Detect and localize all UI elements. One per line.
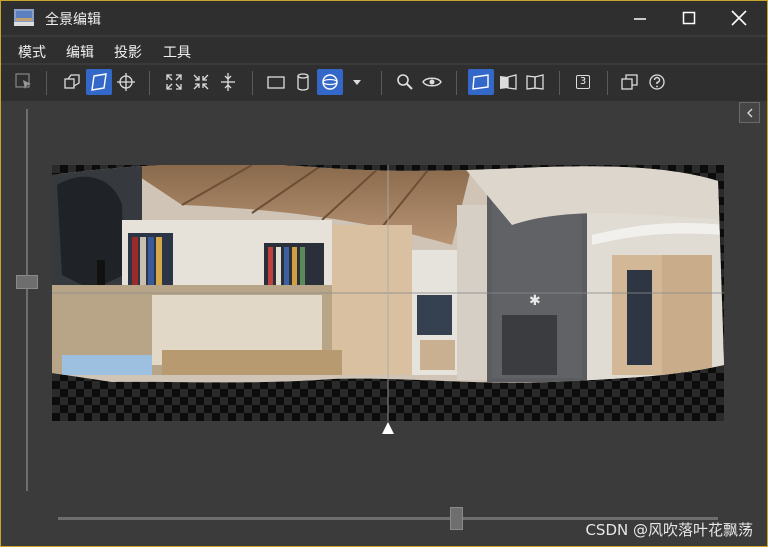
app-icon bbox=[14, 9, 34, 26]
select-tool-button[interactable] bbox=[11, 69, 37, 95]
toolbar-separator bbox=[559, 71, 560, 95]
toolbar-separator bbox=[381, 71, 382, 95]
perspective-plane-icon bbox=[91, 73, 107, 91]
plane-view-icon bbox=[472, 74, 489, 90]
horizon-marker-icon[interactable] bbox=[381, 421, 395, 435]
panorama-preview-image[interactable]: ✱ bbox=[52, 165, 724, 421]
toolbar-separator bbox=[607, 71, 608, 95]
panorama-editor-window: 全景编辑 模式 编辑 投影 工具 3 ✱ CSDN @风吹落叶花飘荡 bbox=[0, 0, 768, 547]
perspective-plane-button[interactable] bbox=[86, 69, 112, 95]
toolbar-separator bbox=[456, 71, 457, 95]
window-stack-button[interactable] bbox=[617, 69, 643, 95]
window-stack-icon bbox=[621, 74, 638, 90]
toolbar: 3 bbox=[1, 65, 767, 101]
crosshair-icon bbox=[117, 73, 135, 91]
vertical-slider-thumb[interactable] bbox=[16, 275, 38, 289]
maximize-icon bbox=[682, 11, 696, 25]
vertical-compress-icon bbox=[221, 73, 235, 91]
rectangle-projection-icon bbox=[267, 76, 285, 89]
watermark-text: CSDN @风吹落叶花飘荡 bbox=[585, 521, 753, 539]
panorama-photo: ✱ bbox=[52, 165, 724, 421]
dropdown-arrow-icon bbox=[353, 80, 361, 85]
sphere-projection-button[interactable] bbox=[317, 69, 343, 95]
badge-3-button[interactable]: 3 bbox=[570, 69, 596, 95]
door-sticker-glyph: ✱ bbox=[529, 293, 541, 309]
menu-bar: 模式 编辑 投影 工具 bbox=[1, 37, 767, 63]
chevron-left-icon bbox=[746, 108, 752, 117]
toolbar-separator bbox=[46, 71, 47, 95]
sphere-projection-icon bbox=[322, 74, 338, 90]
vertical-slider-track[interactable] bbox=[26, 109, 28, 491]
horizontal-slider-thumb[interactable] bbox=[450, 507, 463, 530]
preview-button[interactable] bbox=[419, 69, 445, 95]
plane-view-button[interactable] bbox=[468, 69, 494, 95]
book-view-button[interactable] bbox=[522, 69, 548, 95]
zoom-icon bbox=[397, 74, 413, 90]
expand-icon bbox=[166, 74, 182, 90]
layers-button[interactable] bbox=[59, 69, 85, 95]
minimize-button[interactable] bbox=[617, 1, 663, 35]
help-button[interactable] bbox=[644, 69, 670, 95]
help-icon bbox=[649, 74, 665, 90]
layers-icon bbox=[64, 74, 80, 89]
window-title: 全景编辑 bbox=[45, 12, 101, 28]
collapse-button[interactable] bbox=[188, 69, 214, 95]
close-button[interactable] bbox=[716, 1, 762, 35]
title-bar: 全景编辑 bbox=[1, 1, 767, 35]
half-plane-view-button[interactable] bbox=[495, 69, 521, 95]
cylinder-projection-icon bbox=[297, 73, 309, 91]
vertical-compress-button[interactable] bbox=[215, 69, 241, 95]
toolbar-separator bbox=[149, 71, 150, 95]
eye-icon bbox=[422, 77, 442, 87]
toolbar-separator bbox=[252, 71, 253, 95]
menu-tools[interactable]: 工具 bbox=[163, 42, 191, 62]
cylinder-projection-button[interactable] bbox=[290, 69, 316, 95]
projection-dropdown[interactable] bbox=[344, 69, 370, 95]
menu-projection[interactable]: 投影 bbox=[114, 42, 142, 62]
collapse-icon bbox=[193, 74, 209, 90]
maximize-button[interactable] bbox=[666, 1, 712, 35]
collapse-panel-button[interactable] bbox=[739, 102, 760, 123]
zoom-button[interactable] bbox=[392, 69, 418, 95]
crosshair-button[interactable] bbox=[113, 69, 139, 95]
select-tool-icon bbox=[15, 73, 31, 89]
rectangle-projection-button[interactable] bbox=[263, 69, 289, 95]
half-plane-view-icon bbox=[500, 74, 517, 90]
expand-button[interactable] bbox=[161, 69, 187, 95]
menu-mode[interactable]: 模式 bbox=[18, 42, 46, 62]
close-icon bbox=[731, 10, 747, 26]
minimize-icon bbox=[634, 18, 646, 20]
menu-edit[interactable]: 编辑 bbox=[66, 42, 94, 62]
book-view-icon bbox=[526, 74, 544, 90]
badge-3-icon: 3 bbox=[575, 75, 591, 89]
